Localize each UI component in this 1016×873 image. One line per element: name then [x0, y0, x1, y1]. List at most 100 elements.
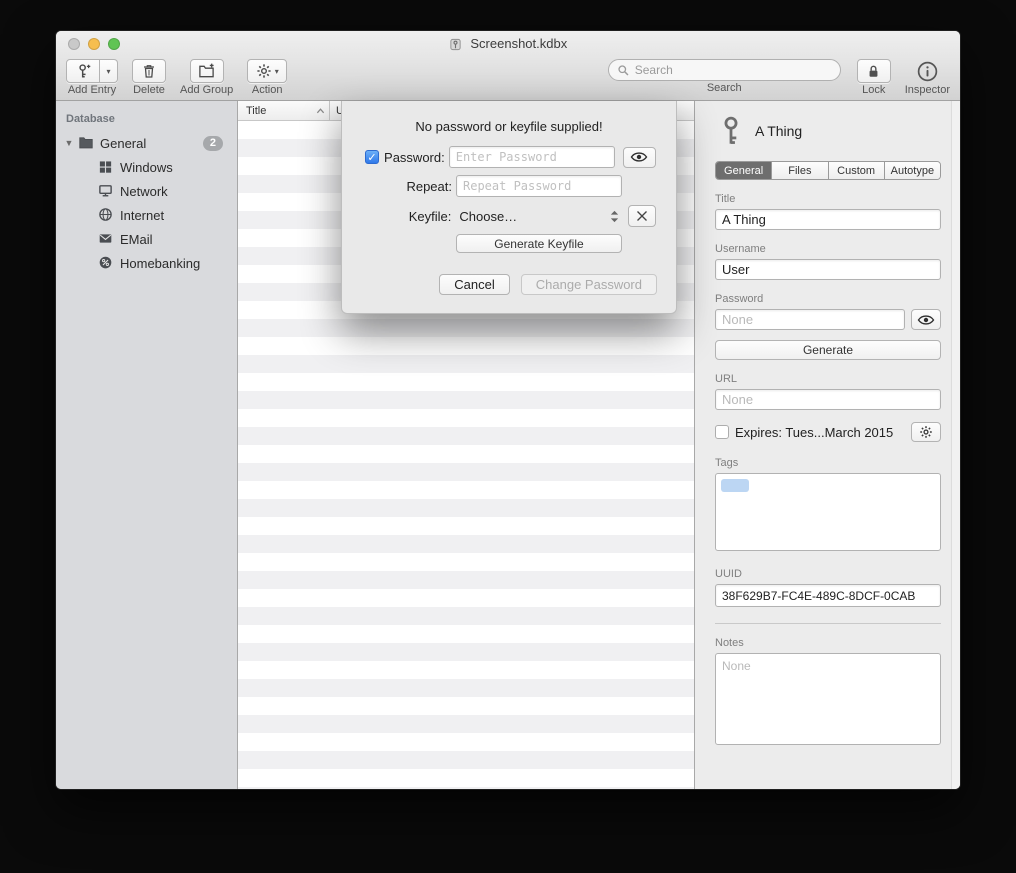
- lock-button[interactable]: [857, 59, 891, 83]
- password-row: [715, 309, 941, 330]
- toolbar-action: ▾ Action: [247, 59, 287, 96]
- toolbar-add-entry: ▾ Add Entry: [66, 59, 118, 96]
- entry-header: A Thing: [719, 113, 942, 149]
- toolbar-search: Search: [608, 59, 841, 94]
- tags-label: Tags: [715, 457, 942, 469]
- sidebar-item-label: Internet: [120, 208, 237, 223]
- uuid-label: UUID: [715, 568, 942, 580]
- url-field[interactable]: [715, 389, 941, 410]
- checkmark-icon: ✓: [367, 151, 376, 164]
- search-icon: [617, 64, 630, 77]
- uuid-field[interactable]: [715, 584, 941, 607]
- inspector-label: Inspector: [905, 85, 950, 96]
- search-field[interactable]: [608, 59, 841, 81]
- stepper-icon: [609, 209, 620, 224]
- sidebar-item-homebanking[interactable]: Homebanking: [56, 251, 237, 275]
- expires-options-button[interactable]: [911, 422, 941, 442]
- add-entry-button[interactable]: [66, 59, 100, 83]
- app-window: Screenshot.kdbx ▾ Add Entry: [55, 30, 961, 790]
- sidebar-item-network[interactable]: Network: [56, 179, 237, 203]
- sidebar-group-general[interactable]: ▼ General 2: [56, 131, 237, 155]
- monitor-icon: [98, 183, 114, 199]
- delete-button[interactable]: [132, 59, 166, 83]
- tab-autotype[interactable]: Autotype: [884, 162, 940, 179]
- inspector-separator: [715, 623, 941, 624]
- sidebar-item-email[interactable]: EMail: [56, 227, 237, 251]
- action-label: Action: [252, 85, 283, 96]
- sidebar-item-label: Windows: [120, 160, 237, 175]
- disclosure-triangle-icon[interactable]: ▼: [60, 138, 78, 148]
- change-password-sheet: No password or keyfile supplied! ✓ Passw…: [341, 101, 677, 314]
- toolbar-inspector: Inspector: [905, 59, 950, 96]
- globe-icon: [98, 207, 114, 223]
- dialog-password-row: ✓ Password:: [362, 146, 656, 168]
- tags-box[interactable]: [715, 473, 941, 551]
- sidebar-item-label: Network: [120, 184, 237, 199]
- folder-icon: [78, 135, 94, 151]
- folder-plus-icon: [198, 63, 215, 80]
- password-label: Password: [715, 293, 942, 305]
- add-entry-dropdown-button[interactable]: ▾: [100, 59, 118, 83]
- action-button[interactable]: ▾: [247, 59, 287, 83]
- toolbar-delete: Delete: [132, 59, 166, 96]
- generate-keyfile-button[interactable]: Generate Keyfile: [456, 234, 622, 253]
- change-password-button[interactable]: Change Password: [521, 274, 657, 295]
- dialog-reveal-password-button[interactable]: [623, 147, 656, 168]
- sidebar-item-windows[interactable]: Windows: [56, 155, 237, 179]
- title-field[interactable]: [715, 209, 941, 230]
- sidebar-group-label: General: [100, 136, 203, 151]
- inspector-scrollbar[interactable]: [951, 101, 960, 789]
- expires-row: Expires: Tues...March 2015: [715, 422, 941, 442]
- notes-label: Notes: [715, 637, 942, 649]
- gear-icon: [256, 63, 272, 79]
- expires-checkbox[interactable]: [715, 425, 729, 439]
- dialog-keyfile-label: Keyfile:: [409, 209, 452, 224]
- toolbar-add-group: Add Group: [180, 59, 233, 96]
- sidebar-item-label: EMail: [120, 232, 237, 247]
- group-count-badge: 2: [203, 136, 223, 151]
- delete-label: Delete: [133, 85, 165, 96]
- window-title: Screenshot.kdbx: [56, 36, 960, 51]
- clear-keyfile-button[interactable]: [628, 205, 656, 227]
- inspector-button[interactable]: [910, 59, 944, 83]
- generate-button[interactable]: Generate: [715, 340, 941, 360]
- username-field[interactable]: [715, 259, 941, 280]
- chevron-down-icon: ▾: [106, 67, 110, 76]
- sidebar: Database ▼ General 2 Windows Networ: [56, 101, 238, 789]
- dialog-repeat-label: Repeat:: [406, 179, 452, 194]
- column-header-title[interactable]: Title: [238, 105, 316, 117]
- add-group-button[interactable]: [190, 59, 224, 83]
- percent-coin-icon: [98, 255, 114, 271]
- sidebar-header: Database: [56, 109, 237, 131]
- titlebar: Screenshot.kdbx: [56, 31, 960, 57]
- password-checkbox[interactable]: ✓: [365, 150, 379, 164]
- add-group-label: Add Group: [180, 85, 233, 96]
- window-header: Screenshot.kdbx ▾ Add Entry: [56, 31, 960, 101]
- title-label: Title: [715, 193, 942, 205]
- tab-custom[interactable]: Custom: [828, 162, 884, 179]
- dialog-repeat-input[interactable]: [456, 175, 622, 197]
- dialog-repeat-row: Repeat:: [362, 175, 656, 197]
- keyfile-popup-button[interactable]: Choose…: [459, 209, 620, 224]
- tab-files[interactable]: Files: [771, 162, 827, 179]
- info-icon: [917, 61, 938, 82]
- tag-token[interactable]: [721, 479, 749, 492]
- envelope-icon: [98, 231, 114, 247]
- trash-icon: [141, 63, 157, 79]
- dialog-actions: Cancel Change Password: [342, 274, 657, 295]
- sort-ascending-icon: [316, 107, 325, 115]
- search-input[interactable]: [635, 63, 832, 77]
- password-field[interactable]: [715, 309, 905, 330]
- sidebar-item-internet[interactable]: Internet: [56, 203, 237, 227]
- lock-label: Lock: [862, 85, 885, 96]
- eye-icon: [917, 314, 935, 326]
- key-plus-icon: [75, 63, 92, 80]
- tab-general[interactable]: General: [716, 162, 771, 179]
- reveal-password-button[interactable]: [911, 309, 941, 330]
- cancel-button[interactable]: Cancel: [439, 274, 509, 295]
- entry-title: A Thing: [755, 123, 802, 139]
- dialog-password-input[interactable]: [449, 146, 615, 168]
- expires-label: Expires: Tues...March 2015: [735, 425, 905, 440]
- notes-field[interactable]: [715, 653, 941, 745]
- sidebar-item-label: Homebanking: [120, 256, 237, 271]
